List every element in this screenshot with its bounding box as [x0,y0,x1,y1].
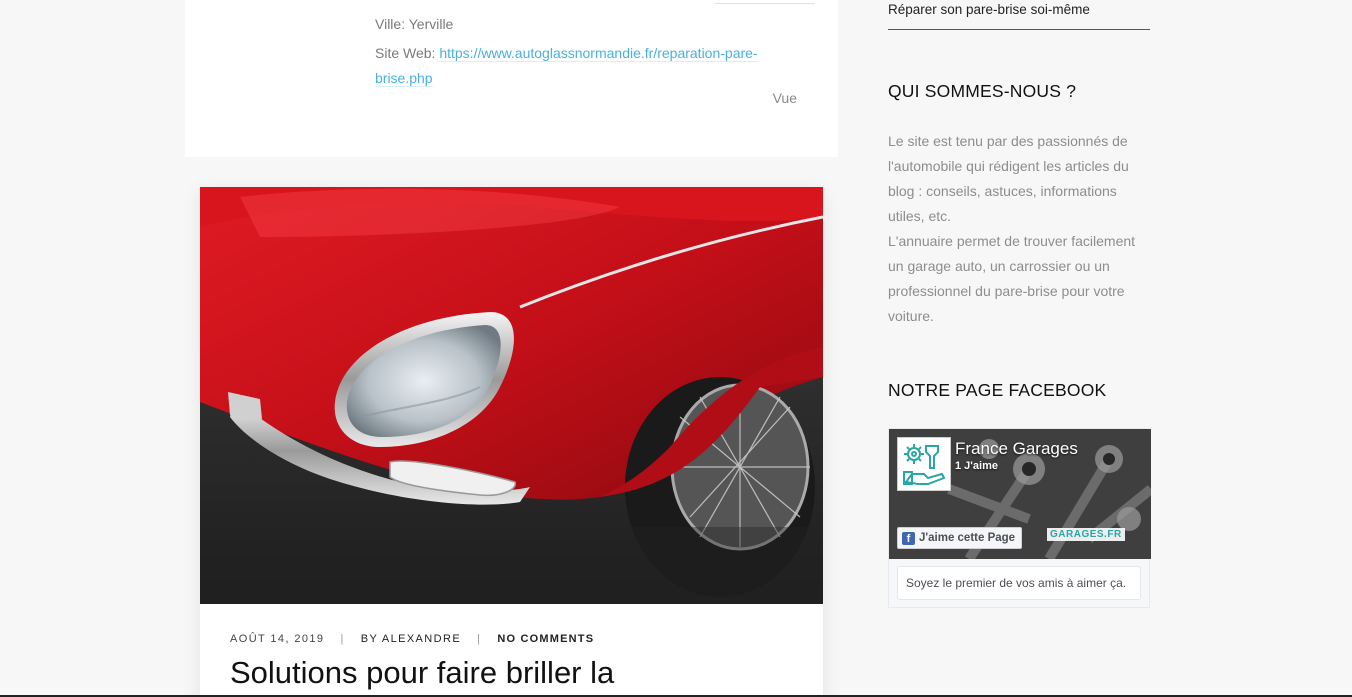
red-car-headlight-photo [200,187,823,604]
article-title[interactable]: Solutions pour faire briller la [230,655,614,691]
about-paragraph: L'annuaire permet de trouver facilement … [888,233,1136,324]
article-comments[interactable]: NO COMMENTS [497,633,594,645]
previous-article-card: Ville: Yerville Site Web: https://www.au… [185,0,838,157]
article-featured-image[interactable] [200,187,823,604]
meta-separator: | [477,633,482,645]
clipped-link-underline [715,0,815,4]
website-label: Site Web: [375,45,440,61]
facebook-page-plugin: France Garages 1 J'aime GARAGES.FR f J'a… [888,428,1151,608]
facebook-friends-notice: Soyez le premier de vos amis à aimer ça. [897,566,1141,600]
city-field: Ville: Yerville [375,16,454,32]
garage-logo-icon [903,444,946,485]
facebook-widget-title: NOTRE PAGE FACEBOOK [888,380,1107,400]
view-link[interactable]: Vue [773,90,797,106]
article-author[interactable]: BY ALEXANDRE [361,633,461,645]
facebook-likes-count: 1 J'aime [955,460,998,472]
about-text: Le site est tenu par des passionnés de l… [888,129,1150,329]
article-card: AOÛT 14, 2019 | BY ALEXANDRE | NO COMMEN… [200,187,823,697]
about-widget-title: QUI SOMMES-NOUS ? [888,81,1077,101]
article-date[interactable]: AOÛT 14, 2019 [230,633,324,645]
facebook-page-avatar[interactable] [897,437,951,491]
article-meta: AOÛT 14, 2019 | BY ALEXANDRE | NO COMMEN… [230,633,594,645]
facebook-page-name[interactable]: France Garages [955,439,1078,459]
about-paragraph: Le site est tenu par des passionnés de l… [888,133,1129,224]
facebook-cover-image[interactable]: France Garages 1 J'aime GARAGES.FR f J'a… [889,429,1151,559]
facebook-like-label: J'aime cette Page [919,532,1016,544]
recent-post-link[interactable]: Réparer son pare-brise soi-même [888,0,1150,30]
website-field: Site Web: https://www.autoglassnormandie… [375,41,795,91]
facebook-like-button[interactable]: f J'aime cette Page [897,527,1023,549]
facebook-icon: f [902,531,915,545]
meta-separator: | [340,633,345,645]
cover-brand-text: GARAGES.FR [1047,528,1125,541]
